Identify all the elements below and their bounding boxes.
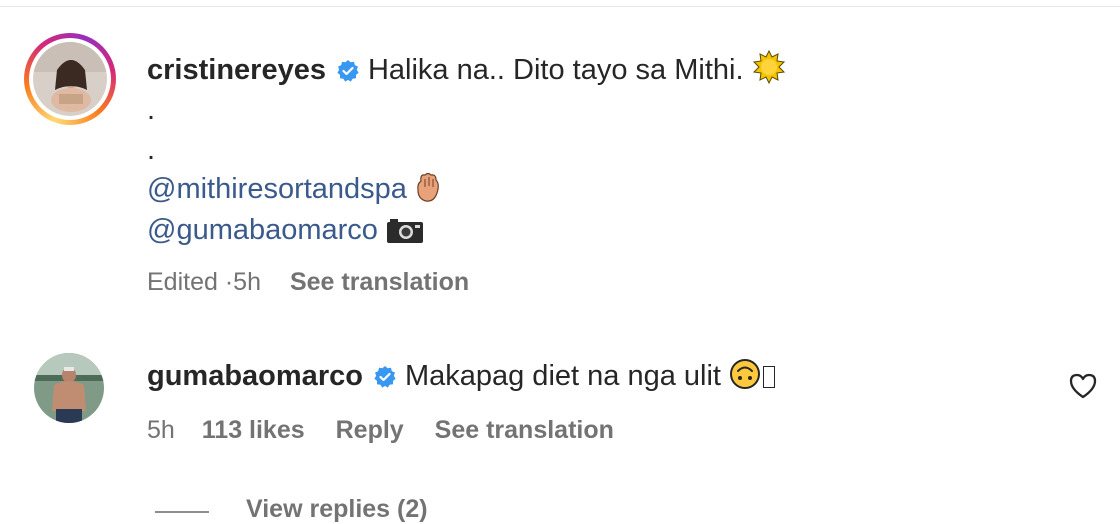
comment-line-dot: . <box>147 94 156 126</box>
top-divider <box>0 6 1120 7</box>
username-link[interactable]: cristinereyes <box>147 54 326 86</box>
sun-emoji-icon <box>752 49 786 92</box>
comment-text: Halika na.. Dito tayo sa Mithi. <box>367 54 744 86</box>
camera-emoji-icon <box>386 218 424 252</box>
avatar[interactable] <box>34 353 104 423</box>
mention-line: @gumabaomarco <box>147 213 424 252</box>
replies-divider <box>155 511 209 513</box>
comment-meta: Edited ·5h See translation <box>147 267 469 297</box>
username-link[interactable]: gumabaomarco <box>147 360 363 392</box>
unsupported-glyph <box>762 366 775 388</box>
mention-link[interactable]: @mithiresortandspa <box>147 173 407 205</box>
timestamp[interactable]: 5h <box>147 416 175 444</box>
avatar <box>33 42 107 116</box>
mention-line: @mithiresortandspa <box>147 171 441 211</box>
mention-link[interactable]: @gumabaomarco <box>147 214 378 246</box>
meta-separator: · <box>224 268 234 296</box>
story-ring-avatar[interactable] <box>24 33 116 125</box>
view-replies-button[interactable]: View replies (2) <box>246 494 428 524</box>
reply-button[interactable]: Reply <box>336 416 404 444</box>
upside-down-face-emoji-icon <box>729 358 761 398</box>
comment-line-dot: . <box>147 134 156 166</box>
comment-meta: 5h 113 likes Reply See translation <box>147 415 614 445</box>
likes-count-link[interactable]: 113 likes <box>202 416 305 444</box>
see-translation-link[interactable]: See translation <box>435 416 614 444</box>
comment-header: cristinereyes Halika na.. Dito tayo sa M… <box>147 49 786 92</box>
hand-emoji-icon <box>415 171 441 211</box>
comment-header: gumabaomarco Makapag diet na nga ulit <box>147 358 775 398</box>
verified-badge-icon <box>373 363 397 397</box>
comment-text: Makapag diet na nga ulit <box>404 360 721 392</box>
timestamp[interactable]: 5h <box>233 268 261 296</box>
verified-badge-icon <box>336 57 360 91</box>
like-heart-icon[interactable] <box>1068 372 1098 405</box>
see-translation-link[interactable]: See translation <box>290 268 469 296</box>
edited-label: Edited <box>147 268 218 296</box>
